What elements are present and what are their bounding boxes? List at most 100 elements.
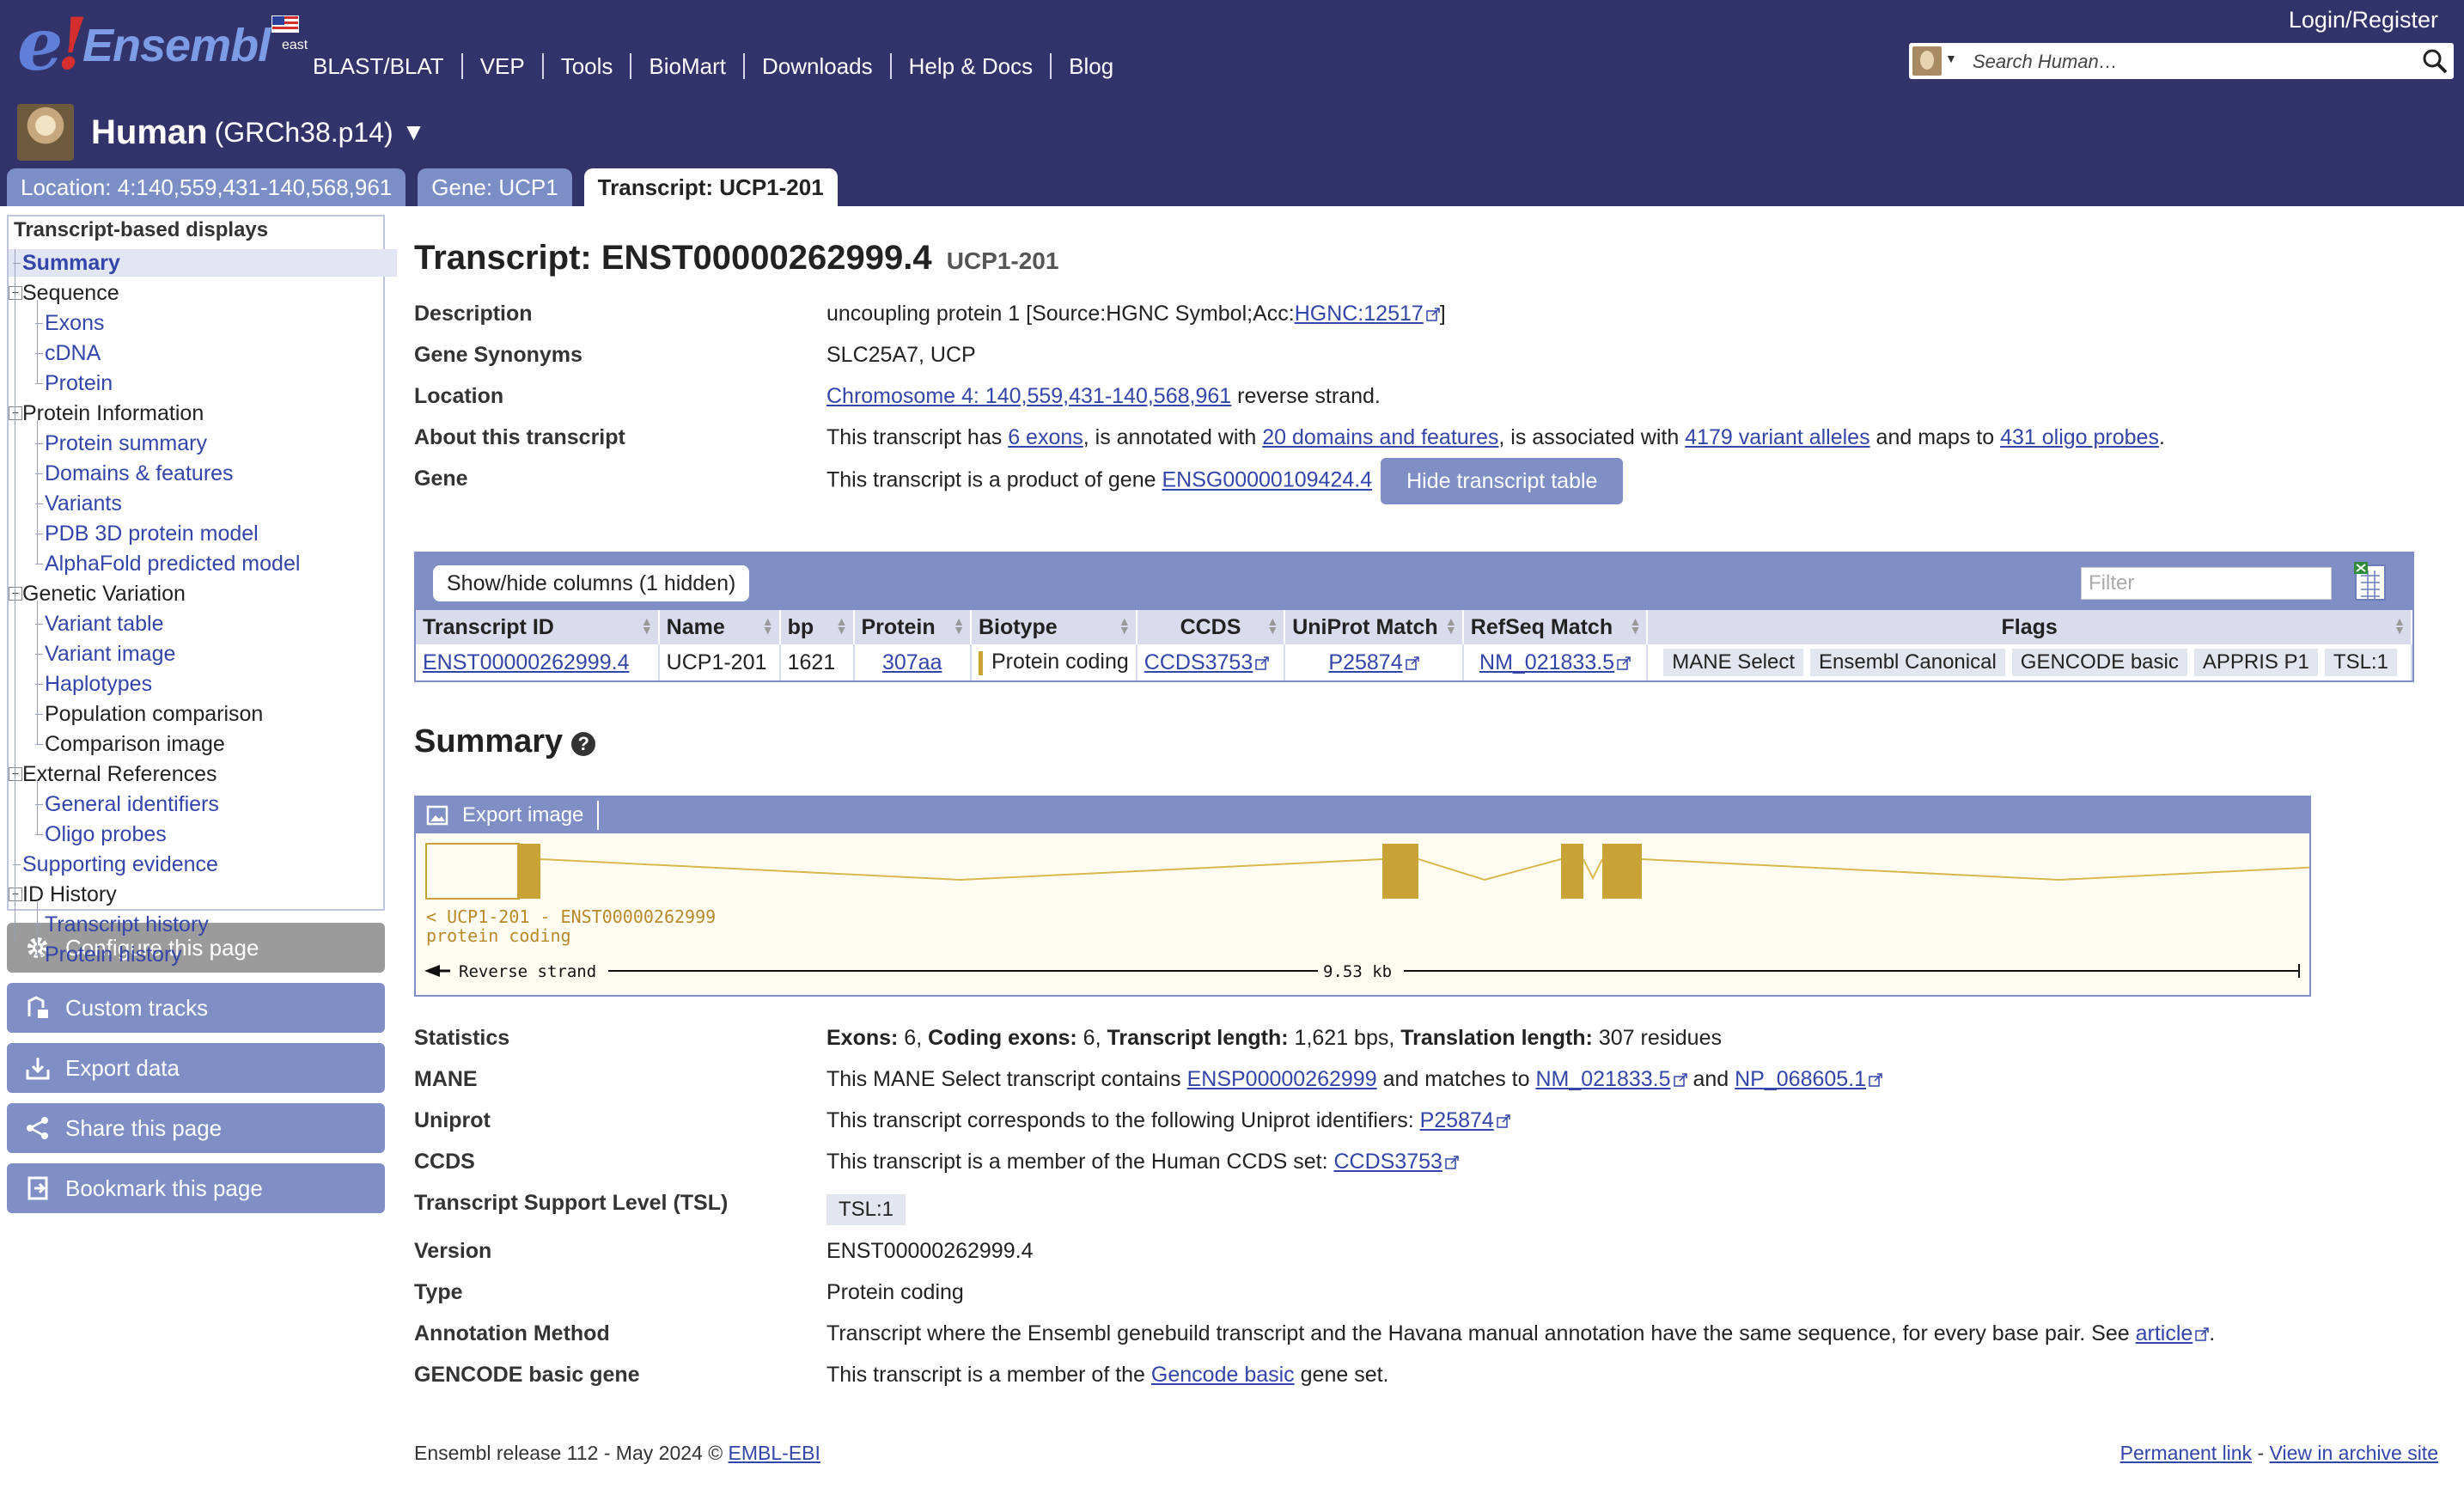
oligo-probes-link[interactable]: 431 oligo probes bbox=[2000, 425, 2159, 449]
sort-icon[interactable]: ▲ ▼ bbox=[836, 615, 848, 636]
export-image-label: Export image bbox=[462, 803, 584, 827]
sort-icon[interactable]: ▲ ▼ bbox=[1266, 615, 1278, 636]
sidebar-item-protein-history[interactable]: Protein history bbox=[45, 941, 182, 968]
bookmark-page-button[interactable]: Bookmark this page bbox=[7, 1163, 385, 1213]
ccds-link[interactable]: CCDS3753 bbox=[1144, 650, 1253, 674]
export-data-button[interactable]: Export data bbox=[7, 1043, 385, 1093]
sidebar-item-supporting-evidence[interactable]: Supporting evidence bbox=[22, 851, 218, 878]
ensp-link[interactable]: ENSP00000262999 bbox=[1187, 1067, 1377, 1091]
sort-icon[interactable]: ▲ ▼ bbox=[1119, 615, 1131, 636]
col-flags[interactable]: Flags ▲ ▼ bbox=[1647, 610, 2412, 644]
sidebar-item-exons[interactable]: Exons bbox=[45, 309, 104, 337]
article-link[interactable]: article bbox=[2136, 1321, 2193, 1345]
search-input[interactable] bbox=[1971, 46, 2412, 77]
uniprot-id-link[interactable]: P25874 bbox=[1420, 1108, 1494, 1132]
gene-id-link[interactable]: ENSG00000109424.4 bbox=[1162, 468, 1372, 492]
col-ccds[interactable]: CCDS ▲ ▼ bbox=[1136, 610, 1286, 644]
uniprot-link[interactable]: P25874 bbox=[1328, 650, 1402, 674]
chevron-down-icon[interactable]: ▼ bbox=[1945, 52, 1957, 65]
nav-vep[interactable]: VEP bbox=[460, 53, 542, 79]
col-refseq[interactable]: RefSeq Match ▲ ▼ bbox=[1462, 610, 1649, 644]
sort-icon[interactable]: ▲ ▼ bbox=[762, 615, 774, 636]
sort-icon[interactable]: ▲ ▼ bbox=[953, 615, 965, 636]
col-bp[interactable]: bp ▲ ▼ bbox=[779, 610, 855, 644]
tab-location[interactable]: Location: 4:140,559,431-140,568,961 bbox=[7, 168, 406, 206]
collapse-toggle-icon[interactable]: − bbox=[9, 767, 22, 781]
statistics-label: Statistics bbox=[414, 1026, 510, 1050]
sidebar-item-variant-table[interactable]: Variant table bbox=[45, 610, 164, 638]
col-protein[interactable]: Protein ▲ ▼ bbox=[853, 610, 972, 644]
sort-icon[interactable]: ▲ ▼ bbox=[2394, 615, 2406, 636]
table-filter-input[interactable] bbox=[2081, 567, 2332, 600]
sidebar-item-summary[interactable]: Summary bbox=[9, 249, 397, 277]
transcript-id-link[interactable]: ENST00000262999.4 bbox=[423, 650, 629, 674]
exon-4 bbox=[1561, 844, 1583, 899]
col-biotype[interactable]: Biotype ▲ ▼ bbox=[970, 610, 1137, 644]
sidebar-item-variants[interactable]: Variants bbox=[45, 490, 122, 517]
nav-downloads[interactable]: Downloads bbox=[743, 53, 890, 79]
sidebar-item-protein[interactable]: Protein bbox=[45, 369, 113, 397]
login-register-link[interactable]: Login/Register bbox=[2289, 7, 2438, 34]
col-uniprot[interactable]: UniProt Match ▲ ▼ bbox=[1284, 610, 1464, 644]
nav-blast[interactable]: BLAST/BLAT bbox=[313, 53, 461, 79]
archive-site-link[interactable]: View in archive site bbox=[2270, 1442, 2438, 1464]
nm-refseq-link[interactable]: NM_021833.5 bbox=[1535, 1067, 1670, 1091]
help-icon[interactable]: ? bbox=[571, 732, 596, 756]
stat-exons-label: Exons: bbox=[826, 1026, 899, 1050]
nav-tools[interactable]: Tools bbox=[541, 53, 631, 79]
exons-link[interactable]: 6 exons bbox=[1008, 425, 1083, 449]
permanent-link[interactable]: Permanent link bbox=[2120, 1442, 2252, 1464]
collapse-toggle-icon[interactable]: − bbox=[9, 888, 22, 901]
protein-link[interactable]: 307aa bbox=[882, 650, 942, 674]
sidebar-item-general-identifiers[interactable]: General identifiers bbox=[45, 790, 219, 818]
share-page-button[interactable]: Share this page bbox=[7, 1103, 385, 1153]
sort-icon[interactable]: ▲ ▼ bbox=[641, 615, 653, 636]
sort-icon[interactable]: ▲ ▼ bbox=[1629, 615, 1641, 636]
embl-ebi-link[interactable]: EMBL-EBI bbox=[729, 1442, 820, 1464]
variant-alleles-link[interactable]: 4179 variant alleles bbox=[1685, 425, 1869, 449]
track-label[interactable]: < UCP1-201 - ENST00000262999 bbox=[426, 906, 716, 927]
sort-icon[interactable]: ▲ ▼ bbox=[1445, 615, 1457, 636]
species-dropdown-icon[interactable]: ▼ bbox=[402, 119, 426, 146]
summary-heading: Summary? bbox=[414, 723, 596, 760]
ccds-text: This transcript is a member of the Human… bbox=[826, 1150, 1334, 1174]
show-hide-columns-button[interactable]: Show/hide columns (1 hidden) bbox=[433, 565, 750, 601]
nav-help-docs[interactable]: Help & Docs bbox=[889, 53, 1051, 79]
sidebar-item-genetic-variation: Genetic Variation bbox=[22, 582, 186, 606]
col-transcript-id[interactable]: Transcript ID ▲ ▼ bbox=[416, 610, 660, 644]
sidebar-item-domains-features[interactable]: Domains & features bbox=[45, 460, 234, 487]
excel-export-icon[interactable] bbox=[2354, 562, 2388, 601]
domains-features-link[interactable]: 20 domains and features bbox=[1262, 425, 1498, 449]
tab-transcript[interactable]: Transcript: UCP1-201 bbox=[583, 168, 838, 206]
np-refseq-link[interactable]: NP_068605.1 bbox=[1735, 1067, 1866, 1091]
sidebar-item-protein-summary[interactable]: Protein summary bbox=[45, 430, 207, 457]
sidebar-item-transcript-history[interactable]: Transcript history bbox=[45, 911, 209, 938]
sidebar-item-variant-image[interactable]: Variant image bbox=[45, 640, 175, 668]
sidebar-item-alphafold-predicted-model[interactable]: AlphaFold predicted model bbox=[45, 550, 300, 577]
strand-label: Reverse strand bbox=[459, 962, 596, 981]
sidebar-item-haplotypes[interactable]: Haplotypes bbox=[45, 670, 152, 698]
export-image-button[interactable]: Export image bbox=[426, 801, 600, 830]
nav-blog[interactable]: Blog bbox=[1050, 53, 1131, 79]
search-icon[interactable] bbox=[2421, 47, 2449, 75]
collapse-toggle-icon[interactable]: − bbox=[9, 286, 22, 300]
sidebar-item-oligo-probes[interactable]: Oligo probes bbox=[45, 821, 167, 848]
species-search-icon[interactable] bbox=[1912, 46, 1942, 76]
chromosome-location-link[interactable]: Chromosome 4: 140,559,431-140,568,961 bbox=[826, 384, 1231, 408]
stat-transcript-length-label: Transcript length: bbox=[1107, 1026, 1289, 1050]
ensembl-logo[interactable]: e ! Ensembl east bbox=[14, 2, 308, 87]
refseq-link[interactable]: NM_021833.5 bbox=[1479, 650, 1614, 674]
tab-gene[interactable]: Gene: UCP1 bbox=[418, 168, 572, 206]
collapse-toggle-icon[interactable]: − bbox=[9, 587, 22, 601]
col-name[interactable]: Name ▲ ▼ bbox=[658, 610, 781, 644]
ccds-id-link[interactable]: CCDS3753 bbox=[1333, 1150, 1442, 1174]
hide-transcript-table-button[interactable]: Hide transcript table bbox=[1381, 458, 1624, 504]
sidebar-item-cdna[interactable]: cDNA bbox=[45, 339, 101, 367]
collapse-toggle-icon[interactable]: − bbox=[9, 406, 22, 420]
sidebar-item-pdb-3d-protein-model[interactable]: PDB 3D protein model bbox=[45, 520, 259, 547]
gencode-basic-link[interactable]: Gencode basic bbox=[1151, 1363, 1295, 1387]
custom-tracks-button[interactable]: Custom tracks bbox=[7, 983, 385, 1033]
nav-biomart[interactable]: BioMart bbox=[630, 53, 743, 79]
species-selector[interactable]: Human (GRCh38.p14) ▼ bbox=[17, 103, 425, 162]
hgnc-link[interactable]: HGNC:12517 bbox=[1295, 302, 1424, 326]
